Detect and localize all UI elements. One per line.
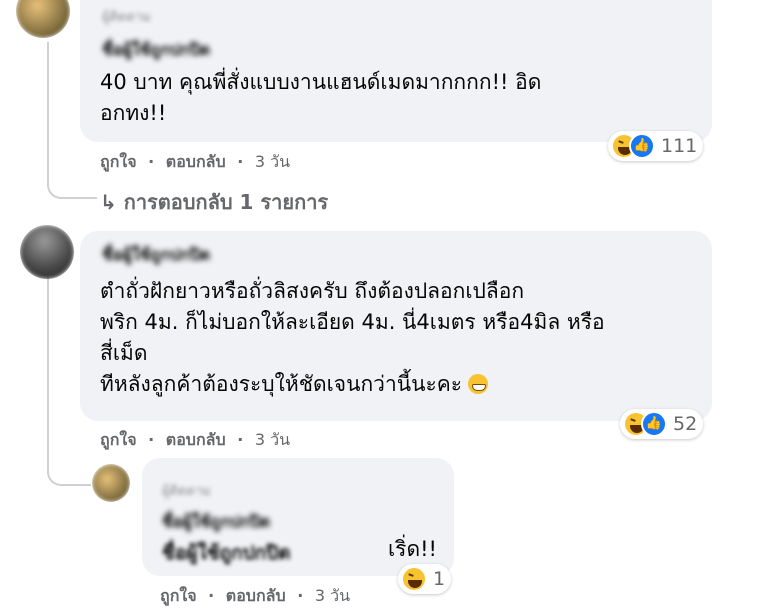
view-more-replies-link[interactable]: ↳ การตอบกลับ 1 รายการ — [100, 186, 328, 218]
comment-time[interactable]: 3 วัน — [255, 428, 290, 453]
reply-link[interactable]: ตอบกลับ — [166, 150, 226, 175]
separator: · — [237, 152, 244, 171]
reaction-count: 1 — [433, 568, 446, 590]
like-link[interactable]: ถูกใจ — [100, 428, 137, 453]
separator: · — [148, 152, 155, 171]
avatar[interactable] — [16, 0, 70, 38]
reply-header: ผู้ติดตาม — [162, 484, 211, 499]
avatar[interactable] — [20, 225, 74, 279]
grin-emoji-icon — [468, 374, 489, 394]
like-link[interactable]: ถูกใจ — [100, 150, 137, 175]
separator: · — [148, 430, 155, 449]
thread-line-curve-1 — [47, 183, 97, 199]
separator: · — [297, 586, 304, 605]
comment-text: ตำถั่วฝักยาวหรือถั่วลิสงครับ ถึงต้องปลอก… — [100, 276, 700, 400]
reaction-summary[interactable]: 👍 52 — [620, 409, 704, 439]
like-icon: 👍 — [641, 411, 667, 437]
separator: · — [237, 430, 244, 449]
reply-actions: ถูกใจ · ตอบกลับ · 3 วัน — [160, 584, 350, 609]
reply-author[interactable]: ชื่อผู้ใช้ถูกปกปิด — [162, 510, 270, 531]
comment-time[interactable]: 3 วัน — [255, 150, 290, 175]
comment-text-body: ตำถั่วฝักยาวหรือถั่วลิสงครับ ถึงต้องปลอก… — [100, 279, 605, 396]
reply-time[interactable]: 3 วัน — [315, 584, 350, 609]
like-link[interactable]: ถูกใจ — [160, 584, 197, 609]
comment-bubble: ชื่อผู้ใช้ถูกปกปิด ตำถั่วฝักยาวหรือถั่วล… — [80, 231, 712, 421]
thread-line-2 — [47, 276, 49, 454]
separator: · — [208, 586, 215, 605]
haha-icon — [401, 566, 427, 592]
thread-line-curve-2 — [47, 452, 91, 486]
avatar[interactable] — [92, 464, 130, 502]
like-icon: 👍 — [629, 133, 655, 159]
comment-author[interactable]: ชื่อผู้ใช้ถูกปกปิด — [102, 243, 210, 264]
reaction-summary[interactable]: 👍 111 — [608, 131, 704, 161]
comment-actions: ถูกใจ · ตอบกลับ · 3 วัน — [100, 428, 290, 453]
comment-bubble: ผู้ติดตาม ชื่อผู้ใช้ถูกปกปิด 40 บาท คุณพ… — [80, 0, 712, 142]
reply-text: เริ่ด!! — [388, 537, 437, 561]
comment-text: 40 บาท คุณพี่สั่งแบบงานแฮนด์เมดมากกกก!! … — [100, 70, 542, 125]
comment-actions: ถูกใจ · ตอบกลับ · 3 วัน — [100, 150, 290, 175]
reaction-count: 111 — [661, 135, 698, 157]
reply-link[interactable]: ตอบกลับ — [166, 428, 226, 453]
reply-link[interactable]: ตอบกลับ — [226, 584, 286, 609]
thread-line-1 — [47, 42, 49, 185]
reaction-summary[interactable]: 1 — [398, 564, 452, 594]
reply-bubble: ผู้ติดตาม ชื่อผู้ใช้ถูกปกปิด ชื่อผู้ใช้ถ… — [142, 458, 454, 576]
comment-header: ผู้ติดตาม — [102, 10, 151, 25]
reply-mention[interactable]: ชื่อผู้ใช้ถูกปกปิด — [162, 538, 382, 568]
comment-author[interactable]: ชื่อผู้ใช้ถูกปกปิด — [102, 38, 210, 59]
reaction-count: 52 — [673, 413, 698, 435]
